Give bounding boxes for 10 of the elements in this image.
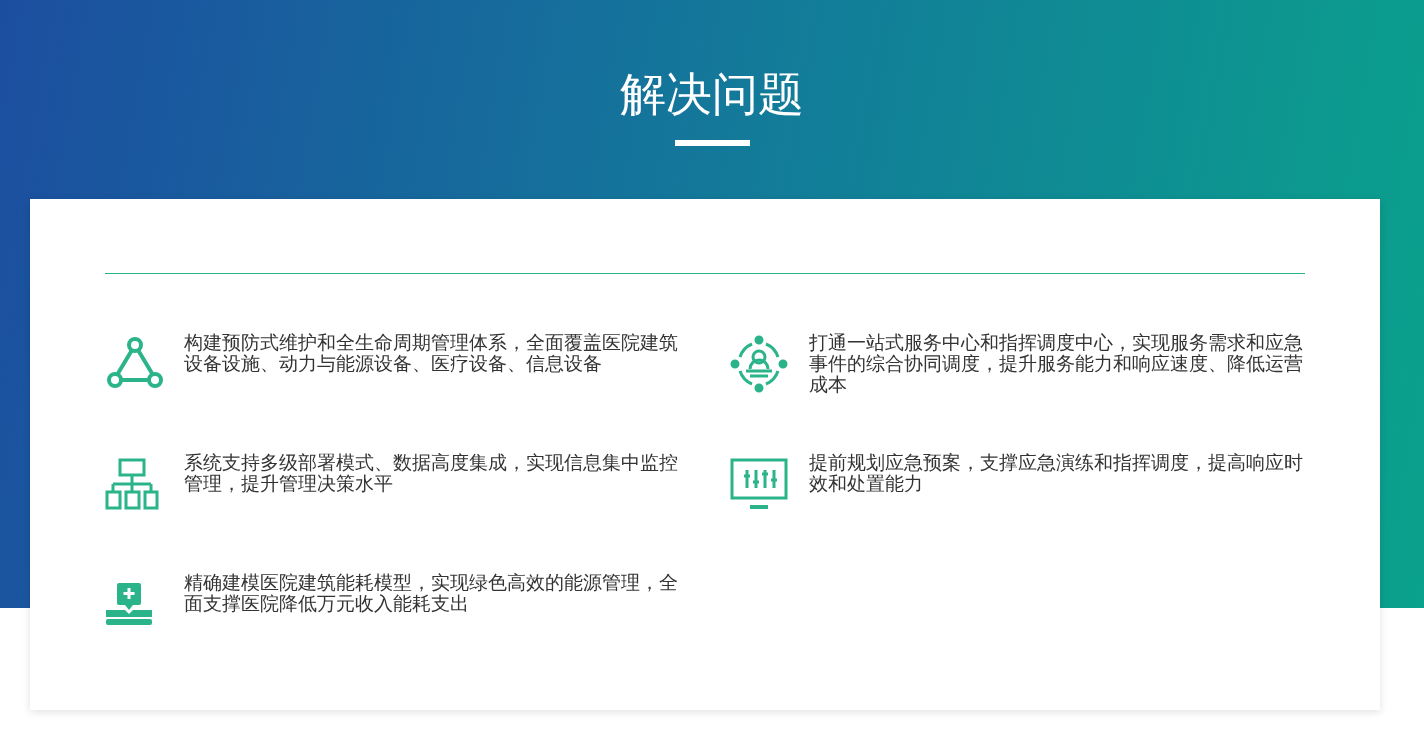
feature-text: 系统支持多级部署模式、数据高度集成，实现信息集中监控管理，提升管理决策水平 (184, 452, 679, 494)
feature-text: 构建预防式维护和全生命周期管理体系，全面覆盖医院建筑设备设施、动力与能源设备、医疗设备、信息设备 (184, 332, 679, 374)
medical-monitor-icon (105, 582, 153, 626)
person-circle-icon (730, 335, 788, 393)
section-title: 解决问题 (620, 66, 804, 123)
feature-text: 精确建模医院建筑能耗模型，实现绿色高效的能源管理，全面支撑医院降低万元收入能耗支出 (184, 572, 679, 614)
feature-text: 打通一站式服务中心和指挥调度中心，实现服务需求和应急事件的综合协同调度，提升服务能力和响应速度、降低运营成本 (809, 332, 1304, 395)
feature-text: 提前规划应急预案，支撑应急演练和指挥调度，提高响应时效和处置能力 (809, 452, 1304, 494)
hierarchy-icon (105, 458, 159, 510)
monitor-icon (730, 458, 788, 510)
